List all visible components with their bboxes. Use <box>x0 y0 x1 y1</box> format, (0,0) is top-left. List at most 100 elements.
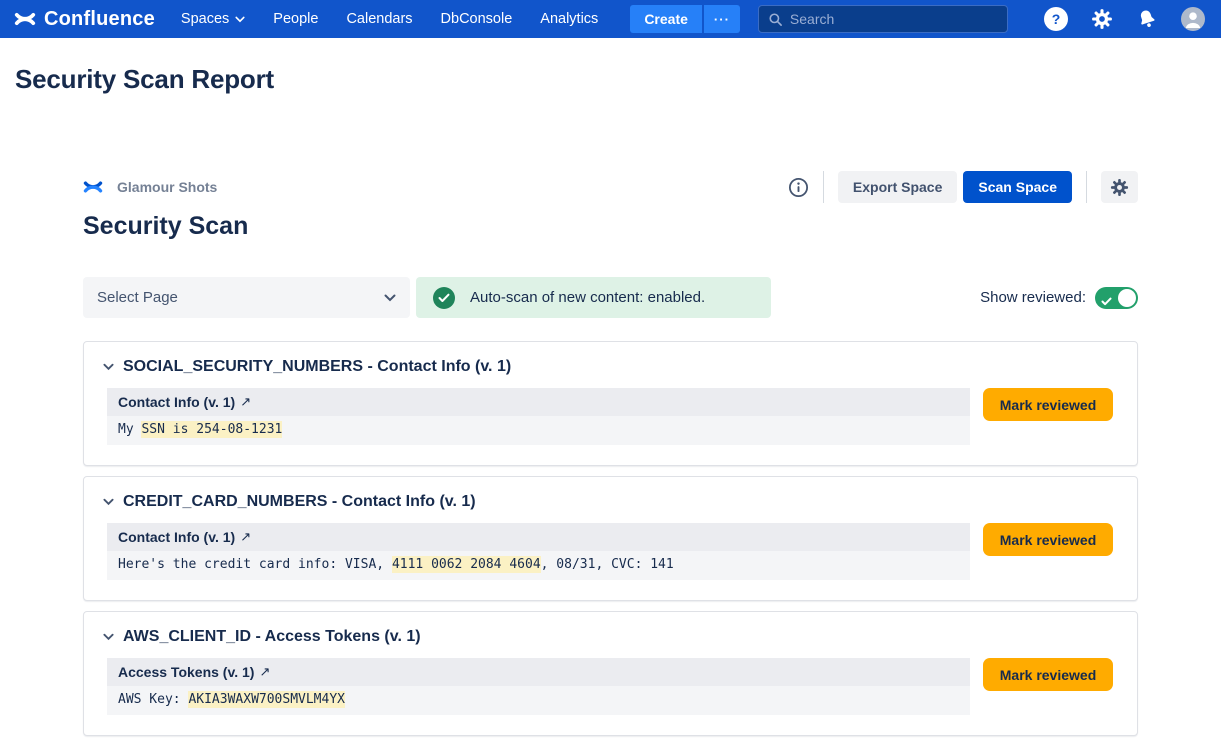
nav-item-calendars[interactable]: Calendars <box>346 11 412 27</box>
nav-item-label: Analytics <box>540 11 598 27</box>
controls-row: Select Page Auto-scan of new content: en… <box>83 277 1138 318</box>
show-reviewed-toggle[interactable] <box>1095 287 1138 309</box>
finding-title-row: SOCIAL_SECURITY_NUMBERS - Contact Info (… <box>100 354 1113 388</box>
nav-item-label: Calendars <box>346 11 412 27</box>
macro-settings-button[interactable] <box>1101 171 1138 203</box>
finding-body: Access Tokens (v. 1) ↗ AWS Key: AKIA3WAX… <box>107 658 1113 715</box>
security-scan-macro: Glamour Shots Security Scan Export Space… <box>83 175 1138 736</box>
finding-source-label: Contact Info (v. 1) <box>118 394 235 410</box>
nav-item-dbconsole[interactable]: DbConsole <box>441 11 513 27</box>
space-logo-icon <box>83 177 103 197</box>
finding-main: Contact Info (v. 1) ↗ My SSN is 254-08-1… <box>107 388 970 445</box>
external-link-icon: ↗ <box>259 664 270 680</box>
snippet-post: , 08/31, CVC: 141 <box>541 557 674 572</box>
finding-source-bar: Contact Info (v. 1) ↗ <box>107 388 970 416</box>
finding-card-credit-card: CREDIT_CARD_NUMBERS - Contact Info (v. 1… <box>83 476 1138 601</box>
create-split-button: Create ··· <box>630 5 740 33</box>
export-space-button[interactable]: Export Space <box>838 171 957 203</box>
finding-title-row: AWS_CLIENT_ID - Access Tokens (v. 1) <box>100 624 1113 658</box>
finding-title-row: CREDIT_CARD_NUMBERS - Contact Info (v. 1… <box>100 489 1113 523</box>
finding-body: Contact Info (v. 1) ↗ My SSN is 254-08-1… <box>107 388 1113 445</box>
finding-snippet: My SSN is 254-08-1231 <box>107 416 970 445</box>
finding-card-ssn: SOCIAL_SECURITY_NUMBERS - Contact Info (… <box>83 341 1138 466</box>
auto-scan-banner: Auto-scan of new content: enabled. <box>416 277 771 318</box>
help-icon[interactable]: ? <box>1044 7 1068 31</box>
finding-card-aws-key: AWS_CLIENT_ID - Access Tokens (v. 1) Acc… <box>83 611 1138 736</box>
gear-icon <box>1110 178 1129 197</box>
info-icon[interactable] <box>788 177 809 198</box>
highlighted-match: AKIA3WAXW700SMVLM4YX <box>188 691 345 708</box>
finding-source-link[interactable]: Access Tokens (v. 1) ↗ <box>118 664 270 680</box>
scan-space-button[interactable]: Scan Space <box>963 171 1072 203</box>
search-input[interactable] <box>790 11 998 27</box>
avatar[interactable] <box>1181 7 1205 31</box>
finding-title: CREDIT_CARD_NUMBERS - Contact Info (v. 1… <box>123 493 476 511</box>
finding-source-link[interactable]: Contact Info (v. 1) ↗ <box>118 394 251 410</box>
external-link-icon: ↗ <box>240 394 251 410</box>
select-page-dropdown[interactable]: Select Page <box>83 277 410 318</box>
settings-gear-icon[interactable] <box>1091 8 1113 30</box>
brand-name: Confluence <box>44 8 155 31</box>
mark-reviewed-button[interactable]: Mark reviewed <box>983 388 1113 421</box>
page-title: Security Scan Report <box>15 64 1221 95</box>
snippet-pre: Here's the credit card info: VISA, <box>118 557 392 572</box>
success-check-icon <box>433 287 455 309</box>
macro-header-left: Glamour Shots Security Scan <box>83 175 248 241</box>
finding-main: Access Tokens (v. 1) ↗ AWS Key: AKIA3WAX… <box>107 658 970 715</box>
nav-item-analytics[interactable]: Analytics <box>540 11 598 27</box>
finding-source-bar: Contact Info (v. 1) ↗ <box>107 523 970 551</box>
breadcrumb: Glamour Shots <box>83 175 248 199</box>
snippet-pre: AWS Key: <box>118 692 188 707</box>
nav-item-spaces[interactable]: Spaces <box>181 11 245 27</box>
auto-scan-banner-text: Auto-scan of new content: enabled. <box>470 289 705 306</box>
external-link-icon: ↗ <box>240 529 251 545</box>
show-reviewed-group: Show reviewed: <box>980 287 1138 309</box>
search-box[interactable] <box>758 5 1008 33</box>
macro-heading: Security Scan <box>83 212 248 241</box>
finding-snippet: AWS Key: AKIA3WAXW700SMVLM4YX <box>107 686 970 715</box>
space-action-buttons: Export Space Scan Space <box>838 171 1072 203</box>
divider <box>1086 171 1087 203</box>
finding-source-link[interactable]: Contact Info (v. 1) ↗ <box>118 529 251 545</box>
divider <box>823 171 824 203</box>
select-page-value: Select Page <box>97 289 178 306</box>
more-icon[interactable]: ··· <box>704 5 740 33</box>
macro-header: Glamour Shots Security Scan Export Space… <box>83 175 1138 241</box>
nav-icon-group: ? <box>1044 7 1205 31</box>
collapse-chevron-icon[interactable] <box>103 633 114 641</box>
toggle-knob <box>1118 289 1136 307</box>
notifications-bell-icon[interactable] <box>1133 5 1161 33</box>
finding-title: SOCIAL_SECURITY_NUMBERS - Contact Info (… <box>123 358 511 376</box>
finding-source-label: Contact Info (v. 1) <box>118 529 235 545</box>
snippet-pre: My <box>118 422 141 437</box>
finding-title: AWS_CLIENT_ID - Access Tokens (v. 1) <box>123 628 421 646</box>
mark-reviewed-button[interactable]: Mark reviewed <box>983 658 1113 691</box>
finding-source-label: Access Tokens (v. 1) <box>118 664 254 680</box>
highlighted-match: SSN is 254-08-1231 <box>141 421 282 438</box>
collapse-chevron-icon[interactable] <box>103 363 114 371</box>
space-name: Glamour Shots <box>117 179 217 195</box>
nav-item-label: People <box>273 11 318 27</box>
finding-main: Contact Info (v. 1) ↗ Here's the credit … <box>107 523 970 580</box>
finding-snippet: Here's the credit card info: VISA, 4111 … <box>107 551 970 580</box>
nav-menu: Spaces People Calendars DbConsole Analyt… <box>181 11 598 27</box>
show-reviewed-label: Show reviewed: <box>980 289 1086 306</box>
finding-body: Contact Info (v. 1) ↗ Here's the credit … <box>107 523 1113 580</box>
confluence-logo-icon <box>14 8 36 30</box>
nav-item-people[interactable]: People <box>273 11 318 27</box>
confluence-home-link[interactable]: Confluence <box>14 8 155 31</box>
create-button[interactable]: Create <box>630 5 702 33</box>
search-icon <box>768 12 783 27</box>
toggle-check-icon <box>1101 293 1112 311</box>
collapse-chevron-icon[interactable] <box>103 498 114 506</box>
top-nav: Confluence Spaces People Calendars DbCon… <box>0 0 1221 38</box>
chevron-down-icon <box>384 294 396 302</box>
highlighted-match: 4111 0062 2084 4604 <box>392 556 541 573</box>
chevron-down-icon <box>235 16 245 23</box>
findings-list: SOCIAL_SECURITY_NUMBERS - Contact Info (… <box>83 341 1138 736</box>
finding-source-bar: Access Tokens (v. 1) ↗ <box>107 658 970 686</box>
macro-actions: Export Space Scan Space <box>788 171 1138 203</box>
nav-item-label: DbConsole <box>441 11 513 27</box>
nav-item-label: Spaces <box>181 11 229 27</box>
mark-reviewed-button[interactable]: Mark reviewed <box>983 523 1113 556</box>
